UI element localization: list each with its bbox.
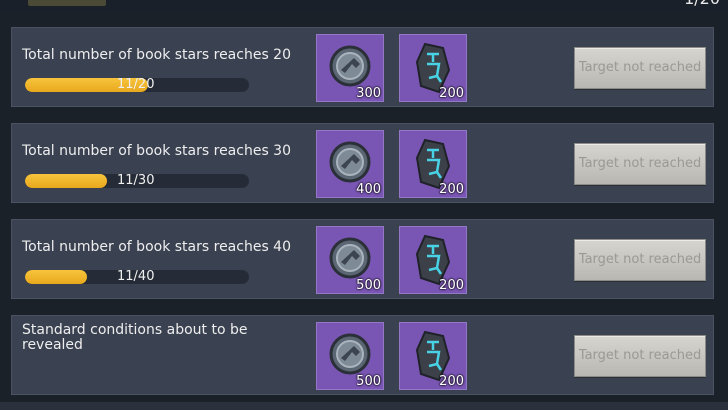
page-counter: 1/20 xyxy=(684,0,720,8)
task-row: Total number of book stars reaches 40 11… xyxy=(11,219,714,299)
silver-coin-icon xyxy=(329,237,371,279)
task-title: Total number of book stars reaches 30 xyxy=(22,143,292,159)
task-row: Total number of book stars reaches 30 11… xyxy=(11,123,714,203)
progress-fill xyxy=(25,174,108,188)
silver-coin-icon xyxy=(329,141,371,183)
reward-amount: 500 xyxy=(356,278,381,293)
task-row: Total number of book stars reaches 20 11… xyxy=(11,27,714,107)
bottom-strip xyxy=(0,402,728,410)
claim-button[interactable]: Target not reached xyxy=(574,239,706,281)
reward-amount: 400 xyxy=(356,182,381,197)
reward-amount: 200 xyxy=(439,374,464,389)
claim-button[interactable]: Target not reached xyxy=(574,335,706,377)
reward-slot[interactable]: 400 xyxy=(316,130,384,198)
task-title: Total number of book stars reaches 40 xyxy=(22,239,292,255)
top-strip: 1/20 xyxy=(0,0,728,12)
progress-count: 11/20 xyxy=(117,77,155,92)
silver-coin-icon xyxy=(329,333,371,375)
claim-button[interactable]: Target not reached xyxy=(574,143,706,185)
reward-slot[interactable]: 200 xyxy=(399,322,467,390)
reward-slot[interactable]: 200 xyxy=(399,130,467,198)
reward-amount: 200 xyxy=(439,278,464,293)
reward-slot[interactable]: 500 xyxy=(316,322,384,390)
reward-amount: 500 xyxy=(356,374,381,389)
reward-amount: 300 xyxy=(356,86,381,101)
task-title: Standard conditions about to be revealed xyxy=(22,322,248,353)
progress-fill xyxy=(25,270,87,284)
progress-count: 11/30 xyxy=(117,173,155,188)
reward-amount: 200 xyxy=(439,182,464,197)
task-row: Standard conditions about to be revealed… xyxy=(11,315,714,395)
reward-slot[interactable]: 500 xyxy=(316,226,384,294)
reward-slot[interactable]: 200 xyxy=(399,226,467,294)
reward-amount: 200 xyxy=(439,86,464,101)
reward-slot[interactable]: 300 xyxy=(316,34,384,102)
task-title: Total number of book stars reaches 20 xyxy=(22,47,292,63)
silver-coin-icon xyxy=(329,45,371,87)
claim-button[interactable]: Target not reached xyxy=(574,47,706,89)
top-tab[interactable] xyxy=(28,0,106,6)
progress-count: 11/40 xyxy=(117,269,155,284)
reward-slot[interactable]: 200 xyxy=(399,34,467,102)
